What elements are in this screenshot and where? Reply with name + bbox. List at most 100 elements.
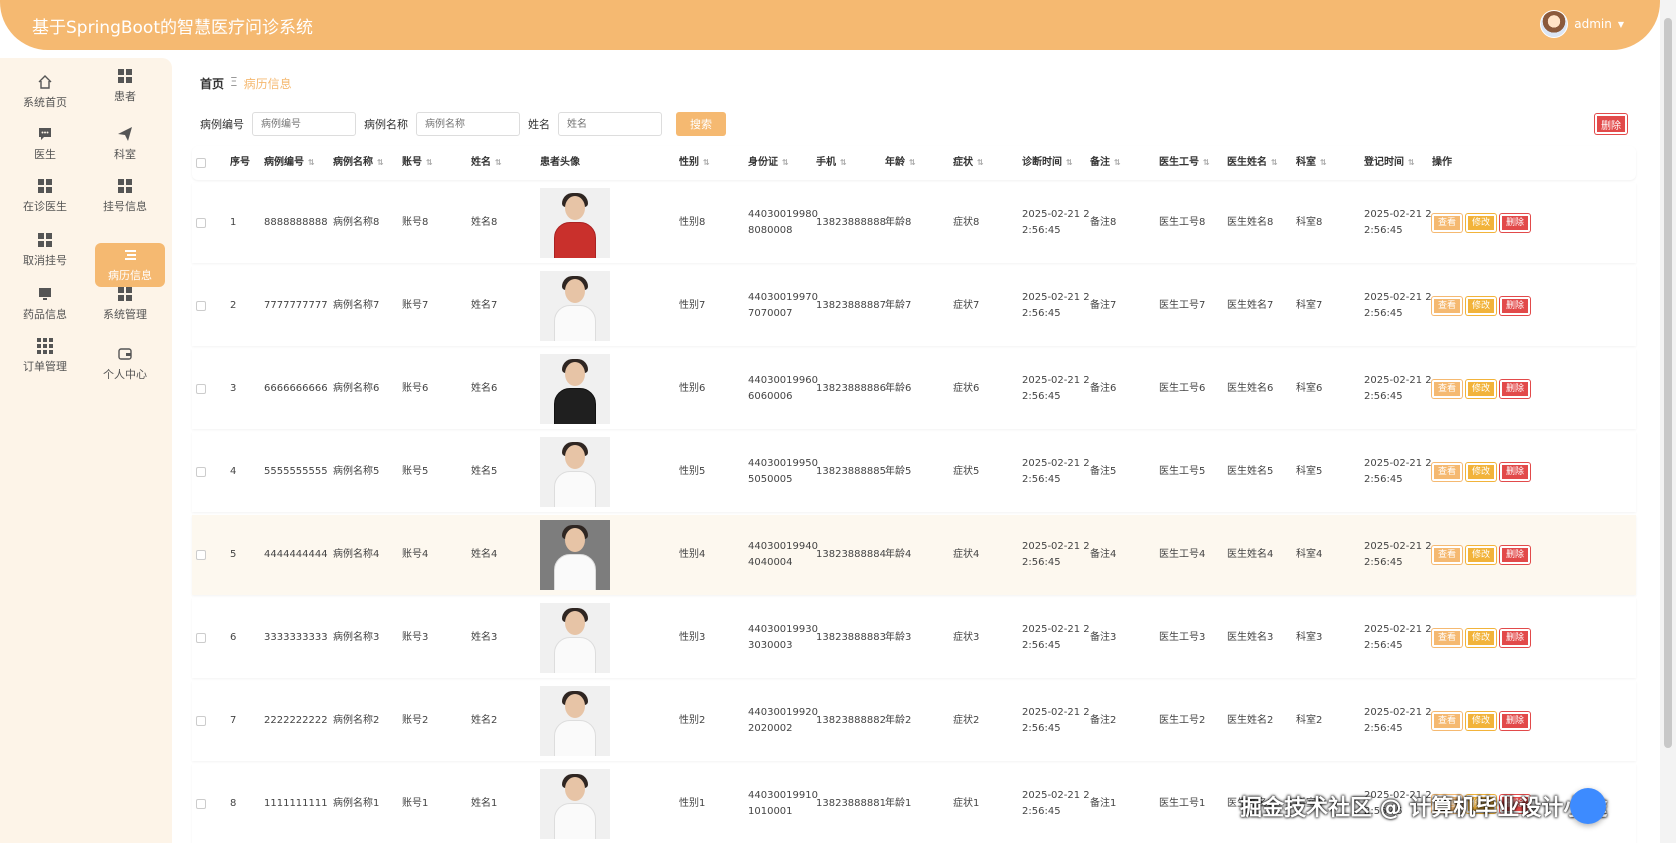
col-header[interactable]: 科室 ⇅ [1296,146,1327,180]
table-row[interactable]: 6 3333333333 病例名称3 账号3 姓名3 性别3 44030019930 3030… [192,598,1636,678]
cell-avatar[interactable] [540,349,610,429]
sidebar-item-cancel-registration[interactable]: 取消挂号 [10,228,80,272]
table-row[interactable]: 4 5555555555 病例名称5 账号5 姓名5 性别5 44030019950 5050… [192,432,1636,512]
cell-avatar[interactable] [540,515,610,595]
cell-doctor-no: 医生工号3 [1159,632,1206,643]
case-name-input[interactable] [416,112,520,136]
row-checkbox[interactable] [196,681,206,761]
patient-photo[interactable] [540,686,610,756]
col-header[interactable]: 病例编号 ⇅ [264,146,315,180]
cell-avatar[interactable] [540,764,610,843]
page-scrollbar[interactable] [1660,0,1676,843]
view-button[interactable]: 查看 [1432,380,1462,398]
view-button[interactable]: 查看 [1432,463,1462,481]
view-button[interactable]: 查看 [1432,214,1462,232]
cell-avatar[interactable] [540,266,610,346]
cell-avatar[interactable] [540,432,610,512]
row-checkbox[interactable] [196,183,206,263]
delete-button[interactable]: 删除 [1500,214,1530,232]
cell-avatar[interactable] [540,183,610,263]
col-header[interactable]: 备注 ⇅ [1090,146,1121,180]
name-input[interactable] [558,112,662,136]
delete-button[interactable]: 删除 [1500,712,1530,730]
edit-button[interactable]: 修改 [1466,463,1496,481]
cell-avatar[interactable] [540,681,610,761]
patient-photo[interactable] [540,437,610,507]
patient-photo[interactable] [540,354,610,424]
col-header[interactable]: 医生姓名 ⇅ [1227,146,1278,180]
view-button[interactable]: 查看 [1432,629,1462,647]
table-row[interactable]: 7 2222222222 病例名称2 账号2 姓名2 性别2 44030019920 2020… [192,681,1636,761]
row-checkbox[interactable] [196,432,206,512]
sidebar-item-patients[interactable]: 患者 [90,64,160,108]
col-header[interactable]: 性别 ⇅ [679,146,710,180]
sort-icon: ⇅ [703,158,710,167]
col-header[interactable]: 账号 ⇅ [402,146,433,180]
breadcrumb: 首页 Ξ 病历信息 [200,75,292,92]
patient-photo[interactable] [540,520,610,590]
edit-button[interactable]: 修改 [1466,546,1496,564]
col-header[interactable]: 年龄 ⇅ [885,146,916,180]
col-header[interactable]: 诊断时间 ⇅ [1022,146,1073,180]
avatar[interactable] [1540,10,1569,38]
edit-button[interactable]: 修改 [1466,712,1496,730]
table-row[interactable]: 1 8888888888 病例名称8 账号8 姓名8 性别8 44030019980 8080… [192,183,1636,263]
col-header[interactable]: 症状 ⇅ [953,146,984,180]
cell-avatar[interactable] [540,598,610,678]
case-no-input[interactable] [252,112,356,136]
patient-photo[interactable] [540,769,610,839]
sidebar-item-on-duty-doctors[interactable]: 在诊医生 [10,174,80,218]
edit-button[interactable]: 修改 [1466,380,1496,398]
sidebar-item-profile[interactable]: 个人中心 [90,342,160,386]
table-row[interactable]: 5 4444444444 病例名称4 账号4 姓名4 性别4 44030019940 4040… [192,515,1636,595]
edit-button[interactable]: 修改 [1466,214,1496,232]
col-header[interactable]: 手机 ⇅ [816,146,847,180]
sidebar-item-registration[interactable]: 挂号信息 [90,174,160,218]
select-all-checkbox[interactable] [196,146,206,180]
delete-button[interactable]: 删除 [1500,297,1530,315]
scrollbar-thumb[interactable] [1664,18,1672,748]
edit-button[interactable]: 修改 [1466,297,1496,315]
username[interactable]: admin [1574,17,1612,31]
col-header[interactable]: 身份证 ⇅ [748,146,789,180]
sidebar-item-doctors[interactable]: 医生 [10,122,80,166]
delete-button[interactable]: 删除 [1500,546,1530,564]
patient-photo[interactable] [540,603,610,673]
table-row[interactable]: 2 7777777777 病例名称7 账号7 姓名7 性别7 44030019970 7070… [192,266,1636,346]
view-button[interactable]: 查看 [1432,297,1462,315]
col-header[interactable]: 医生工号 ⇅ [1159,146,1210,180]
row-checkbox[interactable] [196,598,206,678]
col-header[interactable]: 登记时间 ⇅ [1364,146,1415,180]
col-header[interactable]: 姓名 ⇅ [471,146,502,180]
cell-department: 科室2 [1296,715,1323,726]
edit-button[interactable]: 修改 [1466,629,1496,647]
row-checkbox[interactable] [196,266,206,346]
search-button[interactable]: 搜索 [676,112,726,136]
sidebar-item-orders[interactable]: 订单管理 [10,334,80,378]
cell-diagnosis-time: 2025-02-21 2 2:56:45 [1022,790,1090,817]
patient-photo[interactable] [540,188,610,258]
table-row[interactable]: 3 6666666666 病例名称6 账号6 姓名6 性别6 44030019960 6060… [192,349,1636,429]
user-menu[interactable]: admin ▼ [1540,10,1624,38]
view-button[interactable]: 查看 [1432,546,1462,564]
row-checkbox[interactable] [196,515,206,595]
delete-button[interactable]: 删除 [1500,380,1530,398]
sidebar-item-departments[interactable]: 科室 [90,122,160,166]
patient-photo[interactable] [540,271,610,341]
col-header[interactable]: 病例名称 ⇅ [333,146,384,180]
chevron-down-icon[interactable]: ▼ [1618,20,1624,29]
view-button[interactable]: 查看 [1432,712,1462,730]
sort-icon: ⇅ [909,158,916,167]
sidebar-item-drugs[interactable]: 药品信息 [10,282,80,326]
sidebar-item-medical-records[interactable]: 病历信息 [95,243,165,287]
breadcrumb-current: 病历信息 [243,77,292,91]
sidebar-item-home[interactable]: 系统首页 [10,70,80,114]
floating-action-button[interactable] [1570,788,1606,824]
row-checkbox[interactable] [196,764,206,843]
delete-button[interactable]: 删除 [1500,463,1530,481]
row-checkbox[interactable] [196,349,206,429]
batch-delete-button[interactable]: 删除 [1595,114,1627,134]
delete-button[interactable]: 删除 [1500,629,1530,647]
breadcrumb-home[interactable]: 首页 [200,75,224,92]
sidebar-item-system[interactable]: 系统管理 [90,282,160,326]
